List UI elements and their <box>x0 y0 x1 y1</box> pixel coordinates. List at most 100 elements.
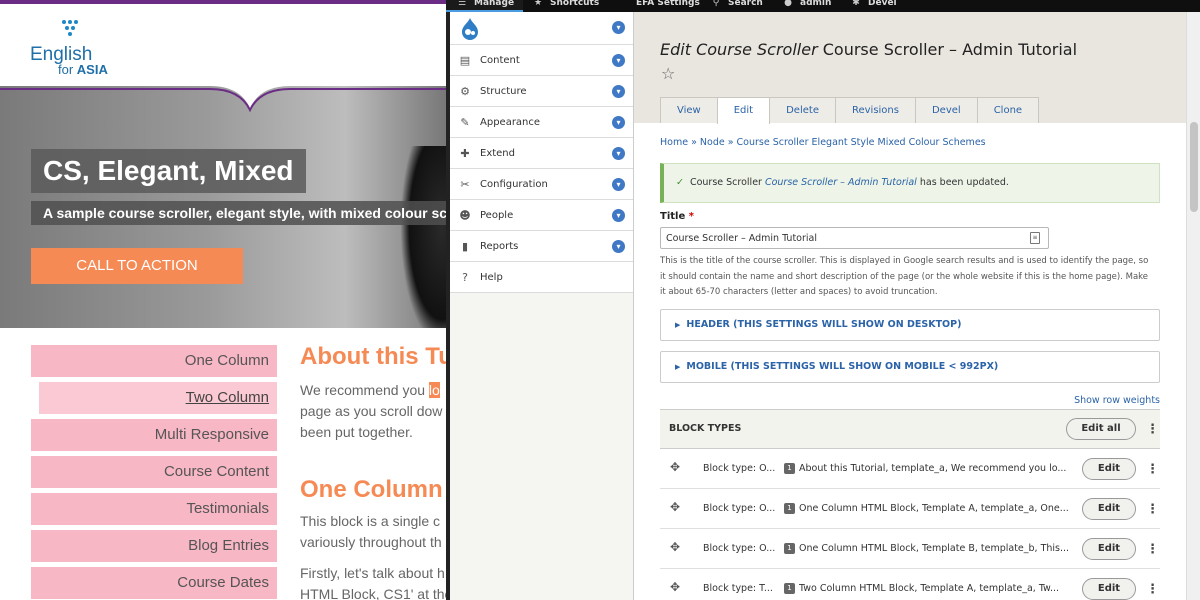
hero-subtitle: A sample course scroller, elegant style,… <box>31 201 460 225</box>
details-header-settings[interactable]: ▶ HEADER (THIS SETTINGS WILL SHOW ON DESK… <box>660 309 1160 341</box>
content-paragraph: variously throughout th <box>300 534 442 550</box>
menu-item-label: People <box>480 210 514 221</box>
admin-toolbar: ☰ Manage ★ Shortcuts EFA Settings ⚲ Search … <box>446 0 1200 12</box>
content-icon: ▤ <box>459 54 471 67</box>
toolbar-user[interactable]: ● admin <box>782 0 831 12</box>
block-summary: One Column HTML Block, Template A, templ… <box>799 503 1069 514</box>
block-summary: One Column HTML Block, Template B, templ… <box>799 543 1070 554</box>
block-row: ✥ Block type: O... 1 One Column HTML Block,… <box>660 489 1160 529</box>
site-header: English for ASIA <box>0 0 460 90</box>
menu-item-structure[interactable]: ⚙ Structure ▾ <box>450 76 633 107</box>
block-types-label: BLOCK TYPES <box>669 423 742 434</box>
block-type: Block type: T... <box>703 583 773 594</box>
header-notch-divider <box>0 86 460 113</box>
more-actions-icon[interactable]: ⋮ <box>1146 463 1159 477</box>
tab-revisions[interactable]: Revisions <box>834 97 916 123</box>
drag-handle-icon[interactable]: ✥ <box>670 540 680 554</box>
chevron-down-icon[interactable]: ▾ <box>612 147 625 160</box>
menu-item-people[interactable]: ☻ People ▾ <box>450 200 633 231</box>
reports-icon: ▮ <box>461 240 469 253</box>
drag-handle-icon[interactable]: ✥ <box>670 580 680 594</box>
autofill-icon: ≡ <box>1030 232 1040 244</box>
menu-item-configuration[interactable]: ✂ Configuration ▾ <box>450 169 633 200</box>
toolbar-efa-settings[interactable]: EFA Settings <box>636 0 700 12</box>
toolbar-shortcuts[interactable]: ★ Shortcuts <box>532 0 599 12</box>
chevron-down-icon[interactable]: ▾ <box>612 116 625 129</box>
chevron-down-icon[interactable]: ▾ <box>612 21 625 34</box>
toolbar-manage[interactable]: ☰ Manage <box>446 0 523 12</box>
title-description: This is the title of the course scroller… <box>660 256 1149 297</box>
status-message: ✓ Course Scroller Course Scroller – Admin… <box>660 163 1160 203</box>
side-nav-item[interactable]: Blog Entries <box>31 530 277 562</box>
block-type: Block type: O... <box>703 543 776 554</box>
content-paragraph: Firstly, let's talk about h <box>300 565 445 581</box>
side-nav-item[interactable]: Multi Responsive <box>31 419 277 451</box>
edit-block-button[interactable]: Edit <box>1082 578 1136 600</box>
block-types-header: BLOCK TYPES Edit all ⋮ <box>660 409 1160 449</box>
chevron-down-icon[interactable]: ▾ <box>612 85 625 98</box>
drupal-logo-icon <box>462 18 478 40</box>
show-row-weights-link[interactable]: Show row weights <box>1074 395 1160 406</box>
details-mobile-settings[interactable]: ▶ MOBILE (THIS SETTINGS WILL SHOW ON MOBI… <box>660 351 1160 383</box>
side-nav-item[interactable]: Testimonials <box>31 493 277 525</box>
star-icon: ★ <box>533 0 543 8</box>
chevron-down-icon[interactable]: ▾ <box>612 178 625 191</box>
page-title: Edit Course Scroller Course Scroller – A… <box>660 40 1078 59</box>
tab-delete[interactable]: Delete <box>769 97 836 123</box>
drag-handle-icon[interactable]: ✥ <box>670 460 680 474</box>
site-logo[interactable]: English for ASIA <box>28 18 138 82</box>
triangle-right-icon: ▶ <box>675 363 681 371</box>
hero-banner: CS, Elegant, Mixed A sample course scrol… <box>0 86 460 328</box>
admin-edit-form: Edit Course Scroller Course Scroller – A… <box>634 12 1186 600</box>
block-summary: About this Tutorial, template_a, We reco… <box>799 463 1067 474</box>
edit-block-button[interactable]: Edit <box>1082 458 1136 480</box>
breadcrumb[interactable]: Home » Node » Course Scroller Elegant St… <box>660 137 986 148</box>
menu-item-reports[interactable]: ▮ Reports ▾ <box>450 231 633 262</box>
drag-handle-icon[interactable]: ✥ <box>670 500 680 514</box>
menu-item-help[interactable]: ? Help <box>450 262 633 293</box>
hero-title: CS, Elegant, Mixed <box>31 149 306 193</box>
side-nav-item[interactable]: Course Content <box>31 456 277 488</box>
logo-dots-icon <box>62 20 82 42</box>
title-input[interactable] <box>660 227 1049 249</box>
status-link[interactable]: Course Scroller – Admin Tutorial <box>765 177 917 188</box>
content-paragraph: We recommend you lo <box>300 382 440 398</box>
drupal-home[interactable]: ▾ <box>450 12 633 45</box>
side-nav-item[interactable]: Course Dates <box>31 567 277 599</box>
shortcut-star-icon[interactable]: ☆ <box>661 64 675 83</box>
menu-item-label: Help <box>480 272 503 283</box>
menu-item-appearance[interactable]: ✎ Appearance ▾ <box>450 107 633 138</box>
chevron-down-icon[interactable]: ▾ <box>612 209 625 222</box>
edit-block-button[interactable]: Edit <box>1082 498 1136 520</box>
more-actions-icon[interactable]: ⋮ <box>1146 543 1159 557</box>
side-nav-item[interactable]: One Column <box>31 345 277 377</box>
block-type: Block type: O... <box>703 503 776 514</box>
tab-edit[interactable]: Edit <box>716 97 771 124</box>
people-icon: ☻ <box>459 209 471 222</box>
chevron-down-icon[interactable]: ▾ <box>612 54 625 67</box>
tab-view[interactable]: View <box>660 97 718 123</box>
edit-block-button[interactable]: Edit <box>1082 538 1136 560</box>
more-actions-icon[interactable]: ⋮ <box>1146 583 1159 597</box>
chevron-down-icon[interactable]: ▾ <box>612 240 625 253</box>
edit-all-button[interactable]: Edit all <box>1066 418 1136 440</box>
scrollbar-thumb[interactable] <box>1190 122 1198 212</box>
menu-item-label: Content <box>480 55 520 66</box>
side-nav-item[interactable]: Two Column <box>39 382 277 414</box>
extend-icon: ✚ <box>460 147 470 160</box>
more-actions-icon[interactable]: ⋮ <box>1146 503 1159 517</box>
more-actions-icon[interactable]: ⋮ <box>1146 423 1159 437</box>
toolbar-devel[interactable]: ✱ Devel <box>850 0 896 12</box>
scrollbar[interactable] <box>1186 12 1200 600</box>
menu-item-extend[interactable]: ✚ Extend ▾ <box>450 138 633 169</box>
tab-clone[interactable]: Clone <box>976 97 1040 123</box>
toolbar-search[interactable]: ⚲ Search <box>710 0 763 12</box>
call-to-action-button[interactable]: CALL TO ACTION <box>31 248 243 284</box>
tab-devel[interactable]: Devel <box>914 97 978 123</box>
menu-item-content[interactable]: ▤ Content ▾ <box>450 45 633 76</box>
title-label: Title * <box>660 211 694 222</box>
block-count-badge: 1 <box>784 503 795 514</box>
configuration-icon: ✂ <box>460 178 470 191</box>
user-icon: ● <box>784 0 792 8</box>
tutorial-side-nav: One Column Two Column Multi Responsive Cour… <box>31 345 277 600</box>
